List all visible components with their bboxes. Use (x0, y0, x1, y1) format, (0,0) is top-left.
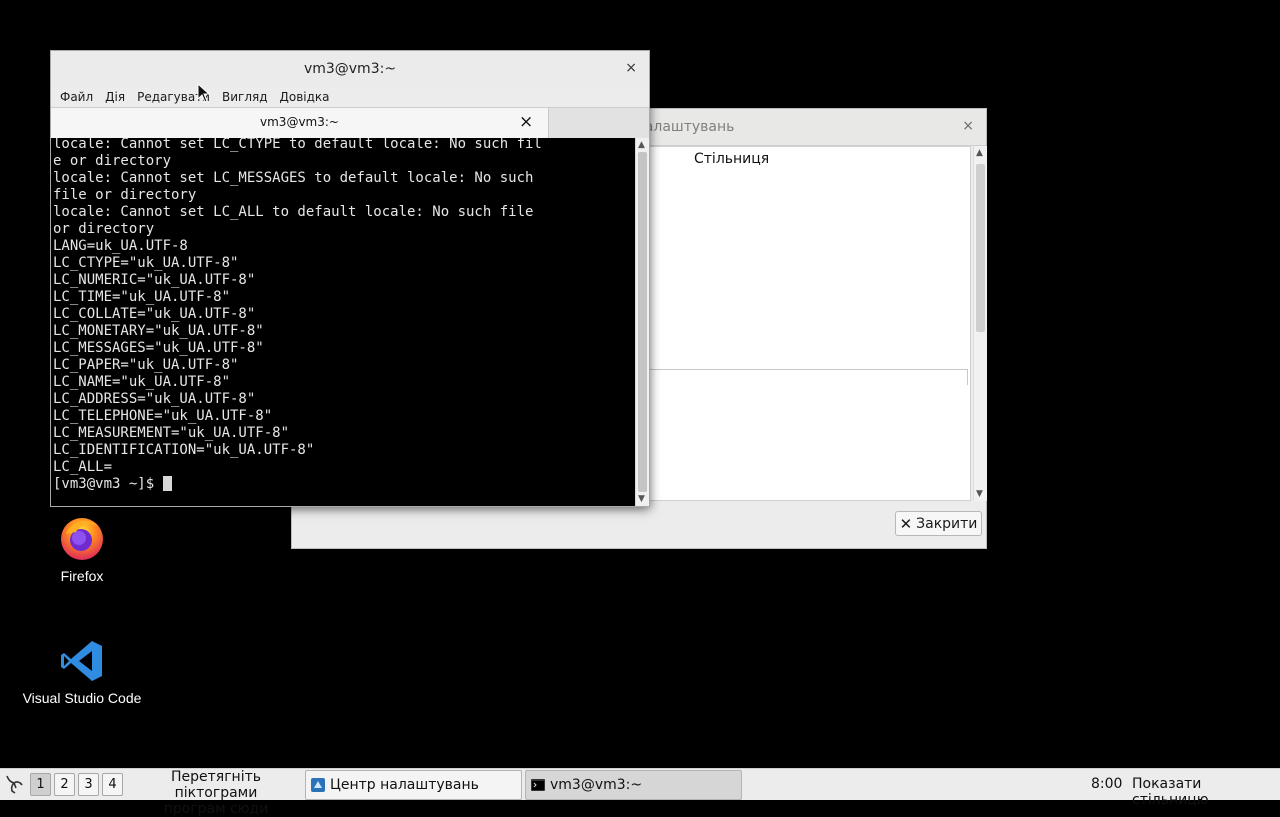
close-x-icon: ✕ (899, 514, 913, 533)
start-menu-icon[interactable] (3, 773, 25, 795)
show-desktop-button[interactable]: Показати стільницю (1132, 776, 1280, 808)
mouse-pointer-icon (197, 83, 211, 103)
terminal-tabbar: vm3@vm3:~ × (51, 107, 649, 138)
scroll-up-arrow-icon[interactable]: ▲ (638, 140, 645, 150)
terminal-close-icon[interactable]: × (625, 60, 637, 76)
taskbar-task-settings-label: Центр налаштувань (330, 777, 479, 793)
taskbar: 1 2 3 4 Перетягніть піктограми програм с… (0, 768, 1280, 817)
scroll-down-arrow-icon[interactable]: ▼ (976, 489, 983, 499)
terminal-screen[interactable]: locale: Cannot set LC_CTYPE to default l… (51, 138, 635, 506)
scroll-up-arrow-icon[interactable]: ▲ (976, 148, 983, 158)
terminal-output-block: locale: Cannot set LC_CTYPE to default l… (51, 138, 635, 493)
workspace-3-button[interactable]: 3 (78, 773, 99, 796)
terminal-output: locale: Cannot set LC_CTYPE to default l… (53, 138, 542, 475)
scroll-down-arrow-icon[interactable]: ▼ (638, 494, 645, 504)
settings-list: Стільниця (647, 146, 971, 501)
vscode-label: Visual Studio Code (22, 690, 142, 706)
settings-item-desktop[interactable]: Стільниця (694, 151, 769, 167)
settings-scrollbar[interactable]: ▲ ▼ (973, 146, 987, 501)
launcher-hint-line1: Перетягніть піктограми (170, 769, 262, 801)
menu-view[interactable]: Вигляд (222, 90, 268, 104)
launcher-drop-hint: Перетягніть піктограми програм сюди (130, 769, 302, 817)
terminal-titlebar[interactable]: vm3@vm3:~ × (51, 51, 649, 87)
menu-file[interactable]: Файл (60, 90, 93, 104)
workspace-2-button[interactable]: 2 (54, 773, 75, 796)
taskbar-task-terminal-label: vm3@vm3:~ (550, 777, 643, 793)
menu-action[interactable]: Дія (105, 90, 125, 104)
settings-close-icon[interactable]: × (962, 118, 974, 134)
terminal-cursor (162, 476, 172, 491)
vscode-icon (61, 641, 102, 681)
clock[interactable]: 8:00 (1091, 776, 1122, 792)
terminal-tab[interactable]: vm3@vm3:~ × (51, 108, 549, 138)
close-button-label: Закрити (916, 515, 978, 532)
scrollbar-thumb[interactable] (976, 164, 985, 332)
workspace-4-button[interactable]: 4 (102, 773, 123, 796)
desktop-icon-firefox[interactable]: Firefox (40, 514, 124, 584)
terminal-app-icon (531, 779, 545, 791)
terminal-window: vm3@vm3:~ × Файл Дія Редагувати Вигляд Д… (50, 50, 650, 507)
terminal-window-title: vm3@vm3:~ (303, 61, 397, 77)
workspace-1-button[interactable]: 1 (30, 773, 51, 796)
settings-app-icon (311, 778, 325, 792)
taskbar-task-terminal[interactable]: vm3@vm3:~ (525, 770, 742, 800)
terminal-prompt: [vm3@vm3 ~]$ (53, 476, 163, 492)
firefox-icon (61, 518, 103, 560)
tab-close-icon[interactable]: × (519, 112, 533, 132)
terminal-menubar: Файл Дія Редагувати Вигляд Довідка (51, 87, 649, 107)
close-button[interactable]: ✕ Закрити (895, 511, 982, 536)
launcher-hint-line2: програм сюди (163, 801, 269, 817)
menu-help[interactable]: Довідка (280, 90, 330, 104)
desktop-icon-vscode[interactable]: Visual Studio Code (10, 638, 154, 706)
settings-divider (648, 369, 968, 385)
terminal-scrollbar[interactable]: ▲ ▼ (635, 138, 649, 506)
taskbar-task-settings[interactable]: Центр налаштувань (305, 770, 522, 800)
terminal-tab-label: vm3@vm3:~ (260, 115, 339, 129)
firefox-label: Firefox (60, 568, 104, 584)
scrollbar-thumb[interactable] (638, 152, 647, 492)
